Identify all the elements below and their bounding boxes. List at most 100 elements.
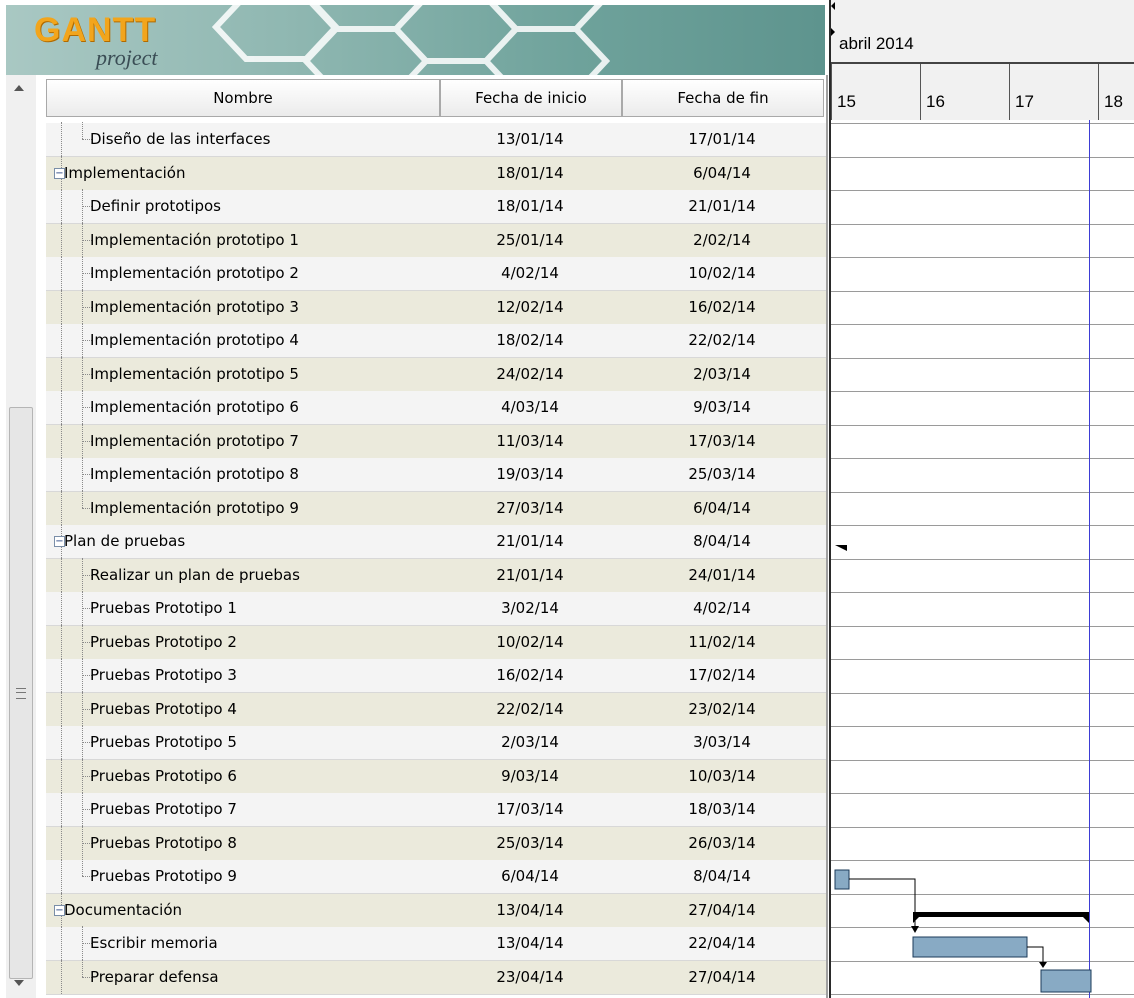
task-name-cell[interactable]: Pruebas Prototipo 9 — [46, 859, 438, 893]
end-date-cell[interactable]: 17/02/14 — [622, 659, 822, 692]
end-date-cell[interactable]: 9/03/14 — [622, 391, 822, 424]
task-name-cell[interactable]: Realizar un plan de pruebas — [46, 557, 438, 592]
table-row[interactable]: Preparar defensa 23/04/14 27/04/14 — [46, 959, 826, 995]
task-name-cell[interactable]: Implementación prototipo 5 — [46, 356, 438, 391]
table-row[interactable]: Pruebas Prototipo 5 2/03/14 3/03/14 — [46, 725, 826, 760]
scroll-thumb[interactable] — [9, 407, 33, 979]
table-row[interactable]: Pruebas Prototipo 6 9/03/14 10/03/14 — [46, 758, 826, 794]
table-row[interactable]: Implementación prototipo 5 24/02/14 2/03/1… — [46, 356, 826, 392]
end-date-cell[interactable]: 22/02/14 — [622, 324, 822, 357]
table-row[interactable]: Escribir memoria 13/04/14 22/04/14 — [46, 926, 826, 961]
table-row[interactable]: Implementación prototipo 2 4/02/14 10/02/1… — [46, 256, 826, 291]
task-name-cell[interactable]: Diseño de las interfaces — [46, 122, 438, 156]
end-date-cell[interactable]: 11/02/14 — [622, 626, 822, 659]
start-date-cell[interactable]: 2/03/14 — [440, 726, 620, 759]
task-name-cell[interactable]: Pruebas Prototipo 1 — [46, 591, 438, 625]
start-date-cell[interactable]: 9/03/14 — [440, 760, 620, 793]
table-row[interactable]: Pruebas Prototipo 1 3/02/14 4/02/14 — [46, 591, 826, 626]
start-date-cell[interactable]: 4/02/14 — [440, 257, 620, 290]
end-date-cell[interactable]: 8/04/14 — [622, 860, 822, 893]
task-name-cell[interactable]: − Plan de pruebas — [46, 524, 438, 558]
column-header-end-date[interactable]: Fecha de fin — [622, 79, 824, 117]
end-date-cell[interactable]: 21/01/14 — [622, 190, 822, 223]
start-date-cell[interactable]: 27/03/14 — [440, 492, 620, 525]
task-name-cell[interactable]: Preparar defensa — [46, 959, 438, 994]
task-name-cell[interactable]: Implementación prototipo 4 — [46, 323, 438, 357]
gantt-chart-panel[interactable]: abril 2014 15 16 17 18 — [829, 0, 1134, 998]
end-date-cell[interactable]: 27/04/14 — [622, 961, 822, 994]
task-name-cell[interactable]: Implementación prototipo 1 — [46, 222, 438, 257]
end-date-cell[interactable]: 23/02/14 — [622, 693, 822, 726]
task-name-cell[interactable]: Pruebas Prototipo 8 — [46, 825, 438, 860]
start-date-cell[interactable]: 25/01/14 — [440, 224, 620, 257]
table-row[interactable]: − Documentación 13/04/14 27/04/14 — [46, 892, 826, 928]
end-date-cell[interactable]: 3/03/14 — [622, 726, 822, 759]
table-row[interactable]: Implementación prototipo 9 27/03/14 6/04/1… — [46, 490, 826, 526]
start-date-cell[interactable]: 4/03/14 — [440, 391, 620, 424]
task-name-cell[interactable]: Implementación prototipo 3 — [46, 289, 438, 324]
table-row[interactable]: Implementación prototipo 4 18/02/14 22/02/… — [46, 323, 826, 358]
task-name-cell[interactable]: Pruebas Prototipo 4 — [46, 691, 438, 726]
end-date-cell[interactable]: 4/02/14 — [622, 592, 822, 625]
table-row[interactable]: Pruebas Prototipo 9 6/04/14 8/04/14 — [46, 859, 826, 894]
start-date-cell[interactable]: 3/02/14 — [440, 592, 620, 625]
column-header-start-date[interactable]: Fecha de inicio — [440, 79, 622, 117]
end-date-cell[interactable]: 6/04/14 — [622, 492, 822, 525]
end-date-cell[interactable]: 10/02/14 — [622, 257, 822, 290]
end-date-cell[interactable]: 24/01/14 — [622, 559, 822, 592]
end-date-cell[interactable]: 10/03/14 — [622, 760, 822, 793]
task-name-cell[interactable]: − Implementación — [46, 155, 438, 190]
start-date-cell[interactable]: 11/03/14 — [440, 425, 620, 458]
table-row[interactable]: Pruebas Prototipo 3 16/02/14 17/02/14 — [46, 658, 826, 693]
start-date-cell[interactable]: 13/01/14 — [440, 123, 620, 156]
table-row[interactable]: Pruebas Prototipo 2 10/02/14 11/02/14 — [46, 624, 826, 660]
table-row[interactable]: Pruebas Prototipo 4 22/02/14 23/02/14 — [46, 691, 826, 727]
start-date-cell[interactable]: 18/01/14 — [440, 190, 620, 223]
end-date-cell[interactable]: 22/04/14 — [622, 927, 822, 960]
table-row[interactable]: − Plan de pruebas 21/01/14 8/04/14 — [46, 524, 826, 559]
table-row[interactable]: Implementación prototipo 7 11/03/14 17/03/… — [46, 423, 826, 459]
start-date-cell[interactable]: 23/04/14 — [440, 961, 620, 994]
start-date-cell[interactable]: 18/02/14 — [440, 324, 620, 357]
table-row[interactable]: Implementación prototipo 1 25/01/14 2/02/1… — [46, 222, 826, 258]
task-name-cell[interactable]: Implementación prototipo 7 — [46, 423, 438, 458]
start-date-cell[interactable]: 17/03/14 — [440, 793, 620, 826]
task-name-cell[interactable]: Implementación prototipo 6 — [46, 390, 438, 424]
column-header-name[interactable]: Nombre — [46, 79, 440, 117]
end-date-cell[interactable]: 17/01/14 — [622, 123, 822, 156]
scroll-up-arrow-icon[interactable] — [14, 85, 24, 91]
end-date-cell[interactable]: 2/02/14 — [622, 224, 822, 257]
task-name-cell[interactable]: Escribir memoria — [46, 926, 438, 960]
start-date-cell[interactable]: 13/04/14 — [440, 927, 620, 960]
task-name-cell[interactable]: Implementación prototipo 9 — [46, 490, 438, 525]
start-date-cell[interactable]: 19/03/14 — [440, 458, 620, 491]
start-date-cell[interactable]: 24/02/14 — [440, 358, 620, 391]
start-date-cell[interactable]: 21/01/14 — [440, 525, 620, 558]
end-date-cell[interactable]: 16/02/14 — [622, 291, 822, 324]
table-row[interactable]: Implementación prototipo 6 4/03/14 9/03/14 — [46, 390, 826, 425]
table-row[interactable]: Pruebas Prototipo 8 25/03/14 26/03/14 — [46, 825, 826, 861]
vertical-scrollbar[interactable] — [6, 75, 37, 998]
end-date-cell[interactable]: 26/03/14 — [622, 827, 822, 860]
start-date-cell[interactable]: 21/01/14 — [440, 559, 620, 592]
scroll-down-arrow-icon[interactable] — [14, 980, 24, 986]
start-date-cell[interactable]: 12/02/14 — [440, 291, 620, 324]
start-date-cell[interactable]: 22/02/14 — [440, 693, 620, 726]
task-name-cell[interactable]: Pruebas Prototipo 7 — [46, 792, 438, 826]
task-name-cell[interactable]: Implementación prototipo 2 — [46, 256, 438, 290]
table-row[interactable]: Implementación prototipo 3 12/02/14 16/02/… — [46, 289, 826, 325]
start-date-cell[interactable]: 16/02/14 — [440, 659, 620, 692]
task-name-cell[interactable]: Implementación prototipo 8 — [46, 457, 438, 491]
table-row[interactable]: − Implementación 18/01/14 6/04/14 — [46, 155, 826, 191]
task-name-cell[interactable]: Definir prototipos — [46, 189, 438, 223]
start-date-cell[interactable]: 6/04/14 — [440, 860, 620, 893]
task-name-cell[interactable]: − Documentación — [46, 892, 438, 927]
start-date-cell[interactable]: 18/01/14 — [440, 157, 620, 190]
end-date-cell[interactable]: 2/03/14 — [622, 358, 822, 391]
end-date-cell[interactable]: 17/03/14 — [622, 425, 822, 458]
end-date-cell[interactable]: 18/03/14 — [622, 793, 822, 826]
task-name-cell[interactable]: Pruebas Prototipo 3 — [46, 658, 438, 692]
task-name-cell[interactable]: Pruebas Prototipo 5 — [46, 725, 438, 759]
table-row[interactable]: Definir prototipos 18/01/14 21/01/14 — [46, 189, 826, 224]
start-date-cell[interactable]: 10/02/14 — [440, 626, 620, 659]
